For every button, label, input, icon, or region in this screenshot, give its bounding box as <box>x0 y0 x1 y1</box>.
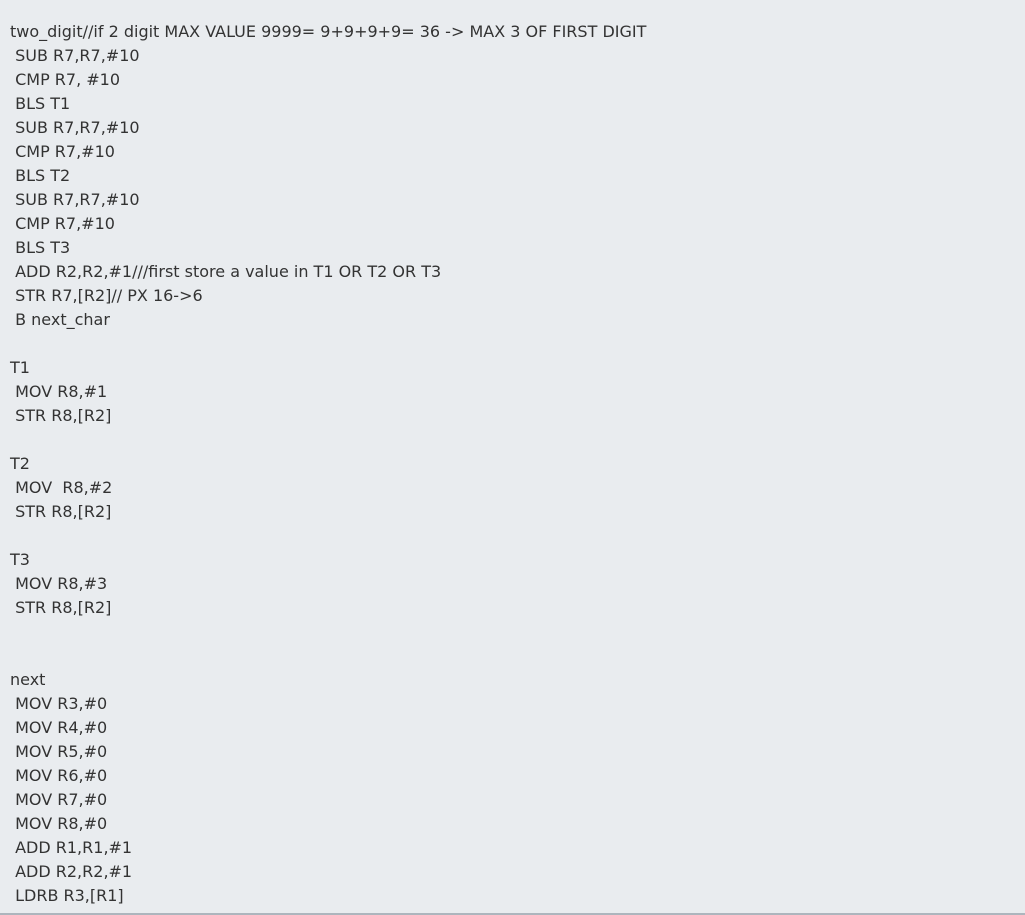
code-line: MOV R8,#3 <box>10 574 108 593</box>
code-line: MOV R5,#0 <box>10 742 108 761</box>
code-line: STR R7,[R2]// PX 16->6 <box>10 286 203 305</box>
code-line: T2 <box>10 454 30 473</box>
code-line: STR R8,[R2] <box>10 502 112 521</box>
code-line: T3 <box>10 550 30 569</box>
code-line: MOV R3,#0 <box>10 694 108 713</box>
code-line: T1 <box>10 358 30 377</box>
code-line: ADD R1,R1,#1 <box>10 838 133 857</box>
code-line: B next_char <box>10 310 110 329</box>
code-line: STR R8,[R2] <box>10 598 112 617</box>
code-line: BLS T3 <box>10 238 71 257</box>
code-line: CMP R7, #10 <box>10 70 121 89</box>
code-line: CMP R7,#10 <box>10 142 115 161</box>
code-line: next <box>10 670 46 689</box>
code-line: BLS T2 <box>10 166 71 185</box>
code-line: MOV R8,#1 <box>10 382 108 401</box>
code-block: two_digit//if 2 digit MAX VALUE 9999= 9+… <box>0 0 1025 913</box>
code-line: two_digit//if 2 digit MAX VALUE 9999= 9+… <box>10 22 647 41</box>
code-line: STR R8,[R2] <box>10 406 112 425</box>
code-line: BLS T1 <box>10 94 71 113</box>
code-line: SUB R7,R7,#10 <box>10 190 140 209</box>
code-line: LDRB R3,[R1] <box>10 886 124 905</box>
code-line: MOV R7,#0 <box>10 790 108 809</box>
code-line: MOV R8,#2 <box>10 478 113 497</box>
code-line: MOV R8,#0 <box>10 814 108 833</box>
code-line: SUB R7,R7,#10 <box>10 118 140 137</box>
code-line: SUB R7,R7,#10 <box>10 46 140 65</box>
code-line: ADD R2,R2,#1///first store a value in T1… <box>10 262 442 281</box>
code-line: MOV R4,#0 <box>10 718 108 737</box>
code-line: CMP R7,#10 <box>10 214 115 233</box>
code-line: ADD R2,R2,#1 <box>10 862 133 881</box>
code-line: MOV R6,#0 <box>10 766 108 785</box>
